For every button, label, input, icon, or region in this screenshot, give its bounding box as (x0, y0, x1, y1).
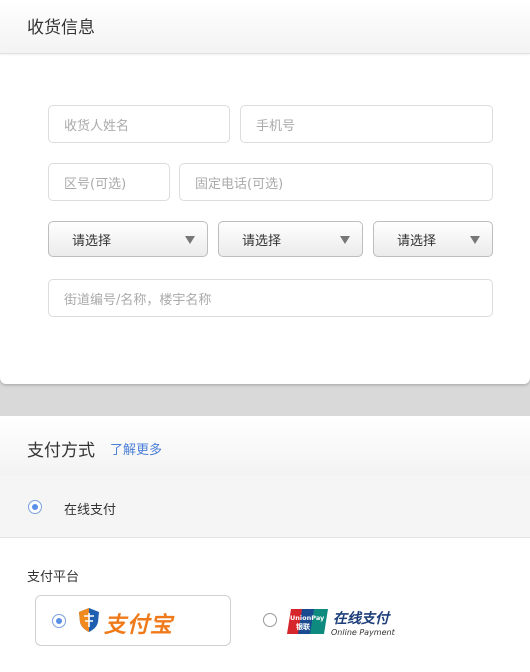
alipay-logo-text: 支付宝 (104, 613, 174, 638)
dropdown-arrow-icon (185, 236, 195, 244)
shipping-card: 收货信息 收货人姓名 手机号 区号(可选) 固定电话(可选) 请选择 请选择 请… (0, 0, 530, 384)
online-payment-option[interactable]: 在线支付 (0, 476, 530, 538)
city-select[interactable]: 请选择 (218, 221, 363, 257)
dropdown-arrow-icon (340, 236, 350, 244)
payment-card: 支付方式 了解更多 在线支付 支付平台 支付宝 UnionPay 银联 在线支付… (0, 416, 530, 672)
payment-header: 支付方式 了解更多 (0, 416, 530, 477)
landline-input[interactable]: 固定电话(可选) (179, 163, 493, 201)
shipping-header: 收货信息 (0, 0, 530, 54)
unionpay-radio[interactable] (263, 613, 277, 627)
alipay-radio[interactable] (52, 614, 66, 628)
district-select-value: 请选择 (397, 233, 437, 249)
landline-placeholder: 固定电话(可选) (195, 176, 284, 192)
svg-text:UnionPay: UnionPay (290, 614, 325, 622)
alipay-option[interactable]: 支付宝 (35, 595, 231, 646)
unionpay-logo-icon: UnionPay 银联 (287, 609, 328, 634)
phone-placeholder: 手机号 (256, 118, 296, 134)
dropdown-arrow-icon (470, 236, 480, 244)
unionpay-subtitle: Online Payment (331, 628, 395, 637)
shipping-title: 收货信息 (27, 18, 95, 38)
alipay-shield-icon (79, 608, 99, 632)
recipient-name-placeholder: 收货人姓名 (64, 118, 130, 134)
street-address-placeholder: 街道编号/名称，楼宇名称 (64, 292, 212, 308)
online-payment-radio[interactable] (28, 500, 42, 514)
province-select[interactable]: 请选择 (48, 221, 208, 257)
area-code-input[interactable]: 区号(可选) (48, 163, 170, 201)
learn-more-link[interactable]: 了解更多 (110, 439, 162, 458)
platform-label: 支付平台 (27, 570, 80, 585)
province-select-value: 请选择 (72, 233, 112, 249)
phone-input[interactable]: 手机号 (240, 105, 493, 143)
district-select[interactable]: 请选择 (373, 221, 493, 257)
online-payment-label: 在线支付 (64, 503, 117, 518)
recipient-name-input[interactable]: 收货人姓名 (48, 105, 230, 143)
area-code-placeholder: 区号(可选) (64, 176, 127, 192)
unionpay-title: 在线支付 (333, 611, 389, 627)
payment-title: 支付方式 (27, 441, 95, 461)
svg-text:银联: 银联 (296, 622, 311, 631)
city-select-value: 请选择 (242, 233, 282, 249)
street-address-input[interactable]: 街道编号/名称，楼宇名称 (48, 279, 493, 317)
